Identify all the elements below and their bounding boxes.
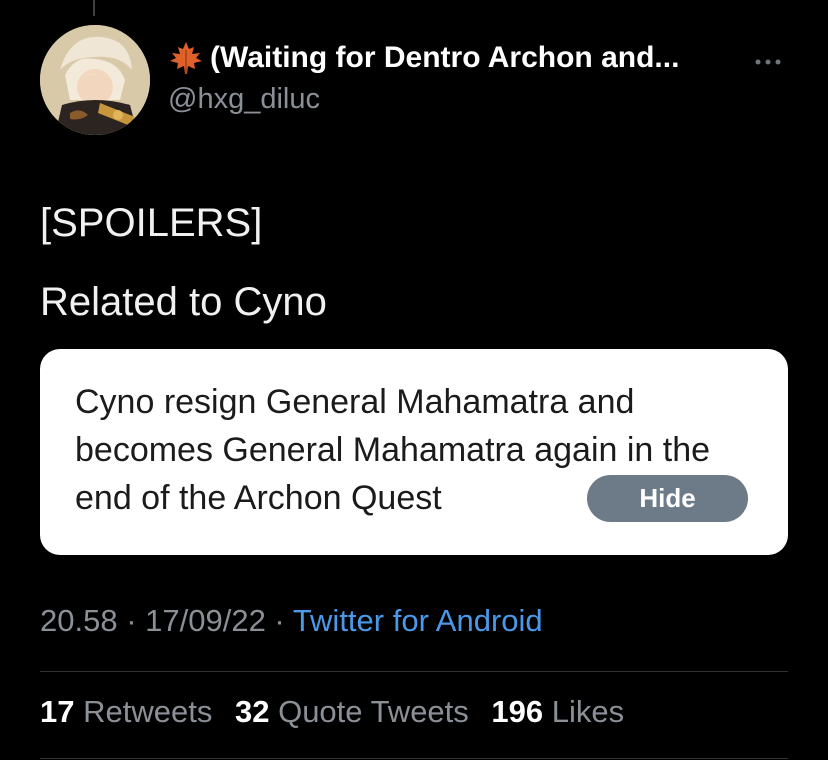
spoiler-note-card: Cyno resign General Mahamatra and become…	[40, 349, 788, 555]
divider	[40, 671, 788, 672]
user-handle[interactable]: @hxg_diluc	[168, 83, 320, 116]
tweet-text: [SPOILERS] Related to Cyno	[40, 184, 327, 342]
tweet-text-line: [SPOILERS]	[40, 201, 263, 245]
retweets-count: 17	[40, 694, 75, 729]
thread-connector-line	[93, 0, 95, 16]
maple-leaf-icon	[170, 42, 202, 74]
meta-separator: ·	[265, 603, 293, 638]
quote-tweets-label: Quote Tweets	[278, 694, 469, 729]
note-line: becomes General Mahamatra again in the	[75, 431, 711, 469]
likes-label: Likes	[551, 694, 625, 729]
tweet-author[interactable]: (Waiting for Dentro Archon and...	[168, 40, 679, 76]
tweet-time: 20.58	[40, 603, 118, 638]
tweet-text-line: Related to Cyno	[40, 280, 327, 324]
tweet-stats: 17 Retweets 32 Quote Tweets 196 Likes	[40, 694, 638, 730]
meta-separator: ·	[117, 603, 146, 638]
divider	[40, 758, 788, 759]
avatar[interactable]	[40, 25, 150, 135]
retweets-stat[interactable]: 17 Retweets	[40, 694, 212, 729]
avatar-image	[40, 25, 150, 135]
hide-button[interactable]: Hide	[587, 475, 748, 522]
quote-tweets-count: 32	[234, 694, 270, 729]
more-options-icon[interactable]	[748, 50, 788, 74]
tweet-date: 17/09/22	[145, 603, 266, 638]
tweet-meta: 20.58 · 17/09/22 · Twitter for Android	[40, 603, 543, 639]
likes-stat[interactable]: 196 Likes	[491, 694, 624, 729]
note-line: Cyno resign General Mahamatra and	[75, 383, 635, 421]
quote-tweets-stat[interactable]: 32 Quote Tweets	[235, 694, 469, 729]
likes-count: 196	[491, 694, 544, 729]
display-name[interactable]: (Waiting for Dentro Archon and...	[210, 41, 679, 75]
retweets-label: Retweets	[83, 694, 213, 729]
tweet-source-link[interactable]: Twitter for Android	[293, 603, 543, 638]
